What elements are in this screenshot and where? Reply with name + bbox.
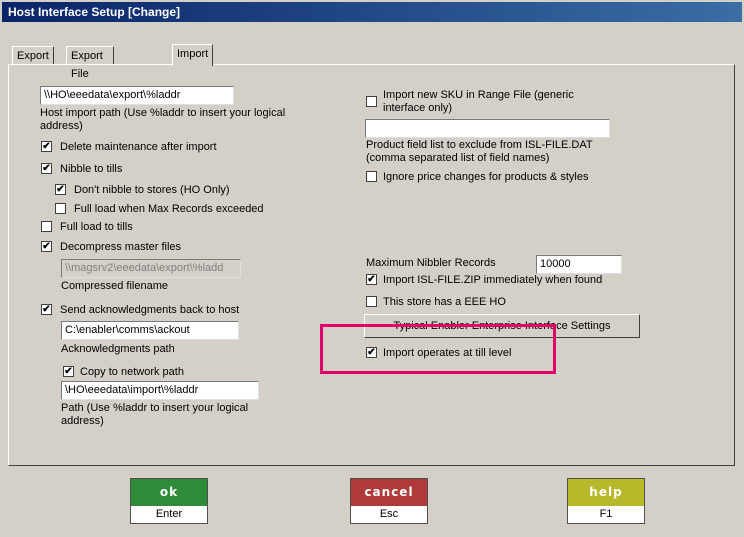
- host-import-path-input[interactable]: \\HO\eeedata\export\%laddr: [40, 86, 234, 105]
- ok-button-key: Enter: [131, 506, 207, 523]
- decompress-master-files-label: Decompress master files: [60, 241, 182, 253]
- compressed-filename-label: Compressed filename: [61, 280, 168, 292]
- host-import-path-label: Host import path (Use %laddr to insert y…: [40, 107, 286, 132]
- exclude-field-list-input[interactable]: [365, 119, 610, 138]
- decompress-master-files-checkbox[interactable]: ✔: [41, 241, 52, 252]
- eee-ho-checkbox[interactable]: [366, 296, 377, 307]
- max-nibbler-records-input[interactable]: 10000: [536, 255, 622, 274]
- dont-nibble-stores-checkbox[interactable]: ✔: [55, 184, 66, 195]
- acknowledgments-path-label: Acknowledgments path: [61, 343, 175, 355]
- network-path-input[interactable]: \HO\eeedata\import\%laddr: [61, 381, 259, 400]
- network-path-label: Path (Use %laddr to insert your logical …: [61, 402, 249, 427]
- acknowledgments-path-input[interactable]: C:\enabler\comms\ackout: [61, 321, 239, 340]
- copy-network-path-label: Copy to network path: [80, 366, 184, 378]
- compressed-filename-input[interactable]: \\magsrv2\eeedata\export\%ladd: [61, 259, 241, 278]
- cancel-button-label: cancel: [351, 479, 427, 506]
- copy-network-path-checkbox[interactable]: ✔: [63, 366, 74, 377]
- tab-export[interactable]: Export: [12, 46, 54, 65]
- nibble-to-tills-label: Nibble to tills: [60, 163, 123, 175]
- send-acknowledgments-label: Send acknowledgments back to host: [60, 304, 240, 316]
- import-zip-label: Import ISL-FILE.ZIP immediately when fou…: [383, 274, 603, 286]
- tab-export-file-options[interactable]: Export File Options: [66, 46, 114, 98]
- exclude-field-list-label: Product field list to exclude from ISL-F…: [366, 139, 593, 164]
- full-load-tills-checkbox[interactable]: [41, 221, 52, 232]
- ok-button[interactable]: ok Enter: [130, 478, 208, 524]
- help-button-label: help: [568, 479, 644, 506]
- window: Host Interface Setup [Change] Export Exp…: [0, 0, 744, 537]
- max-nibbler-records-label: Maximum Nibbler Records: [366, 257, 496, 269]
- ignore-price-changes-label: Ignore price changes for products & styl…: [383, 171, 589, 183]
- delete-maintenance-checkbox[interactable]: ✔: [41, 141, 52, 152]
- full-load-max-records-label: Full load when Max Records exceeded: [74, 203, 264, 215]
- tab-import[interactable]: Import: [172, 44, 214, 66]
- import-new-sku-label: Import new SKU in Range File (generic in…: [383, 89, 574, 114]
- import-new-sku-checkbox[interactable]: [366, 96, 377, 107]
- cancel-button[interactable]: cancel Esc: [350, 478, 428, 524]
- ok-button-label: ok: [131, 479, 207, 506]
- ignore-price-changes-checkbox[interactable]: [366, 171, 377, 182]
- highlight-box: [320, 324, 556, 374]
- dont-nibble-stores-label: Don't nibble to stores (HO Only): [74, 184, 230, 196]
- nibble-to-tills-checkbox[interactable]: ✔: [41, 163, 52, 174]
- full-load-tills-label: Full load to tills: [60, 221, 133, 233]
- delete-maintenance-label: Delete maintenance after import: [60, 141, 217, 153]
- eee-ho-label: This store has a EEE HO: [383, 296, 506, 308]
- help-button[interactable]: help F1: [567, 478, 645, 524]
- help-button-key: F1: [568, 506, 644, 523]
- cancel-button-key: Esc: [351, 506, 427, 523]
- full-load-max-records-checkbox[interactable]: [55, 203, 66, 214]
- import-zip-checkbox[interactable]: ✔: [366, 274, 377, 285]
- send-acknowledgments-checkbox[interactable]: ✔: [41, 304, 52, 315]
- window-title: Host Interface Setup [Change]: [2, 2, 742, 22]
